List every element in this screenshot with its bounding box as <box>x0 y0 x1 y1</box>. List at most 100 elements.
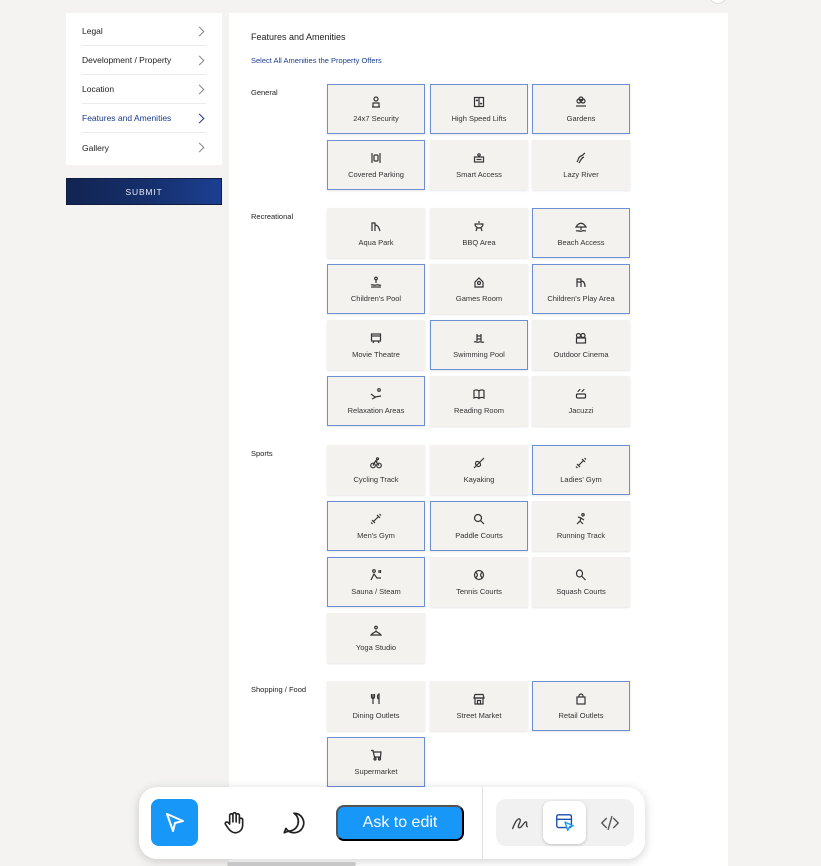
amenity-tile-games-room[interactable]: Games Room <box>430 264 528 314</box>
hand-tool-button[interactable] <box>210 799 257 846</box>
amenity-tile-beach-access[interactable]: Beach Access <box>532 208 630 258</box>
amenity-label: High Speed Lifts <box>451 114 507 123</box>
amenity-label: Running Track <box>556 531 606 540</box>
amenity-tile-swimming-pool[interactable]: Swimming Pool <box>430 320 528 370</box>
design-mode-icon <box>555 813 574 831</box>
amenity-tile-high-speed-lifts[interactable]: High Speed Lifts <box>430 84 528 134</box>
amenity-tile-supermarket[interactable]: Supermarket <box>327 737 425 787</box>
games-icon <box>472 275 486 289</box>
amenity-tile-cycling-track[interactable]: Cycling Track <box>327 445 425 495</box>
amenity-tile-aqua-park[interactable]: Aqua Park <box>327 208 425 258</box>
draw-mode-button[interactable] <box>498 801 541 844</box>
dining-icon <box>369 692 383 706</box>
amenity-label: Gardens <box>566 114 596 123</box>
chevron-right-icon <box>194 113 205 123</box>
amenity-label: Movie Theatre <box>352 350 400 359</box>
group-label-shopping-food: Shopping / Food <box>251 685 307 694</box>
amenity-label: Smart Access <box>456 170 502 179</box>
amenity-tile-street-market[interactable]: Street Market <box>430 681 528 731</box>
sidebar-nav: Legal Development / Property Location Fe… <box>66 13 222 165</box>
amenity-label: Beach Access <box>557 238 605 247</box>
amenity-label: Children's Pool <box>350 294 402 303</box>
cinema-icon <box>574 331 588 345</box>
amenity-tile-dining-outlets[interactable]: Dining Outlets <box>327 681 425 731</box>
amenity-label: Reading Room <box>453 406 505 415</box>
amenity-tile-gardens[interactable]: Gardens <box>532 84 630 134</box>
bag-icon <box>574 692 588 706</box>
edit-toolbar: Ask to edit <box>139 787 645 859</box>
amenity-tile-lazy-river[interactable]: Lazy River <box>532 140 630 190</box>
amenity-tile-squash-courts[interactable]: Squash Courts <box>532 557 630 607</box>
group-label-general: General <box>251 88 278 97</box>
amenity-tile-reading-room[interactable]: Reading Room <box>430 376 528 426</box>
hand-tool-icon <box>223 811 243 834</box>
amenity-label: BBQ Area <box>462 238 496 247</box>
amenity-tile-running-track[interactable]: Running Track <box>532 501 630 551</box>
sidebar-item-development[interactable]: Development / Property <box>82 46 206 75</box>
amenity-tile-kayaking[interactable]: Kayaking <box>430 445 528 495</box>
cycling-icon <box>369 456 383 470</box>
ask-to-edit-button[interactable]: Ask to edit <box>336 805 464 841</box>
sidebar-item-location[interactable]: Location <box>82 75 206 104</box>
sauna-icon <box>369 568 383 582</box>
paddle-icon <box>472 512 486 526</box>
amenity-tile-children-s-play-area[interactable]: Children's Play Area <box>532 264 630 314</box>
sidebar-item-gallery[interactable]: Gallery <box>82 133 206 162</box>
dumbbell-icon <box>369 512 383 526</box>
sidebar-item-label: Legal <box>82 26 103 36</box>
sidebar-item-features[interactable]: Features and Amenities <box>82 104 206 133</box>
amenity-tile-24x7-security[interactable]: 24x7 Security <box>327 84 425 134</box>
amenity-label: Covered Parking <box>348 170 404 179</box>
amenity-tile-bbq-area[interactable]: BBQ Area <box>430 208 528 258</box>
amenity-tile-covered-parking[interactable]: Covered Parking <box>327 140 425 190</box>
bbq-icon <box>472 219 486 233</box>
aqua-park-icon <box>369 219 383 233</box>
parking-icon <box>369 151 383 165</box>
design-mode-button[interactable] <box>543 801 586 844</box>
chevron-right-icon <box>194 84 205 94</box>
amenity-tile-sauna-steam[interactable]: Sauna / Steam <box>327 557 425 607</box>
amenity-label: Cycling Track <box>353 475 399 484</box>
amenity-label: Relaxation Areas <box>347 406 405 415</box>
amenity-tile-jacuzzi[interactable]: Jacuzzi <box>532 376 630 426</box>
amenity-label: Aqua Park <box>358 238 394 247</box>
amenity-tile-tennis-courts[interactable]: Tennis Courts <box>430 557 528 607</box>
amenity-tile-smart-access[interactable]: Smart Access <box>430 140 528 190</box>
avatar-edge <box>709 0 727 4</box>
amenity-label: Yoga Studio <box>355 643 397 652</box>
submit-button[interactable]: SUBMIT <box>66 178 222 205</box>
comment-tool-icon <box>282 811 305 834</box>
amenity-label: Men's Gym <box>357 531 395 540</box>
amenity-tile-men-s-gym[interactable]: Men's Gym <box>327 501 425 551</box>
amenity-label: Outdoor Cinema <box>553 350 609 359</box>
amenity-tile-ladies-gym[interactable]: Ladies' Gym <box>532 445 630 495</box>
scrollbar-thumb[interactable] <box>227 862 356 866</box>
beach-icon <box>574 219 588 233</box>
amenity-tile-paddle-courts[interactable]: Paddle Courts <box>430 501 528 551</box>
book-icon <box>472 387 486 401</box>
amenity-tile-children-s-pool[interactable]: Children's Pool <box>327 264 425 314</box>
amenity-tile-yoga-studio[interactable]: Yoga Studio <box>327 613 425 663</box>
amenity-label: Lazy River <box>563 170 599 179</box>
amenity-tile-relaxation-areas[interactable]: Relaxation Areas <box>327 376 425 426</box>
comment-tool-button[interactable] <box>270 799 317 846</box>
amenity-tile-retail-outlets[interactable]: Retail Outlets <box>532 681 630 731</box>
sidebar-item-label: Gallery <box>82 142 109 153</box>
amenity-label: Squash Courts <box>556 587 606 596</box>
sidebar-item-label: Location <box>82 84 115 94</box>
amenity-label: Ladies' Gym <box>560 475 602 484</box>
code-mode-button[interactable] <box>588 801 631 844</box>
relax-icon <box>369 387 383 401</box>
group-label-sports: Sports <box>251 449 273 458</box>
guard-icon <box>369 95 383 109</box>
amenity-tile-outdoor-cinema[interactable]: Outdoor Cinema <box>532 320 630 370</box>
amenity-tile-movie-theatre[interactable]: Movie Theatre <box>327 320 425 370</box>
draw-mode-icon <box>511 817 528 829</box>
amenity-label: Supermarket <box>354 767 398 776</box>
amenity-label: Paddle Courts <box>455 531 503 540</box>
select-tool-button[interactable] <box>151 799 198 846</box>
river-icon <box>574 151 588 165</box>
page-subtitle: Select All Amenities the Property Offers <box>251 56 382 65</box>
sidebar-item-legal[interactable]: Legal <box>82 17 206 46</box>
chevron-right-icon <box>194 55 205 65</box>
